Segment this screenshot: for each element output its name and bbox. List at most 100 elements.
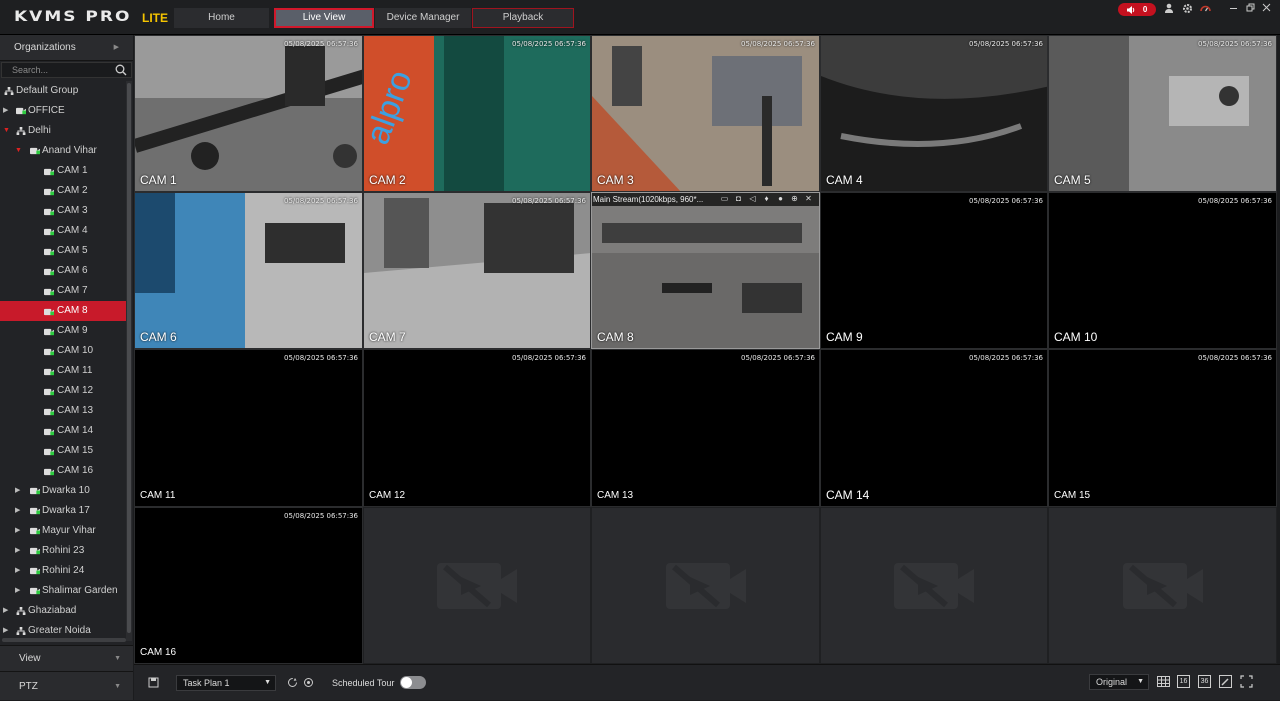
tree-item[interactable]: CAM 10 bbox=[0, 341, 126, 361]
organizations-header[interactable]: Organizations ▶ bbox=[0, 35, 133, 61]
expand-right-icon[interactable]: ▶ bbox=[15, 521, 20, 541]
expand-down-icon[interactable]: ▼ bbox=[3, 121, 10, 141]
tree-item[interactable]: CAM 5 bbox=[0, 241, 126, 261]
close-icon[interactable] bbox=[1260, 3, 1272, 16]
expand-right-icon[interactable]: ▶ bbox=[15, 501, 20, 521]
fullscreen-icon[interactable] bbox=[1240, 675, 1253, 688]
video-tile[interactable]: 05/08/2025 06:57:36 CAM 5 bbox=[1048, 35, 1277, 192]
task-plan-select[interactable]: Task Plan 1 ▼ bbox=[176, 675, 276, 691]
scheduled-tour-toggle[interactable] bbox=[400, 676, 426, 689]
video-tile[interactable]: 05/08/2025 06:57:36 CAM 14 bbox=[820, 349, 1048, 507]
expand-down-icon[interactable]: ▼ bbox=[15, 141, 22, 161]
minimize-icon[interactable] bbox=[1227, 3, 1239, 16]
layout-36-button[interactable]: 36 bbox=[1198, 675, 1211, 688]
empty-video-tile[interactable] bbox=[1048, 507, 1277, 664]
video-tile[interactable]: 05/08/2025 06:57:36 CAM 4 bbox=[820, 35, 1048, 192]
user-icon[interactable] bbox=[1163, 3, 1175, 16]
restore-icon[interactable] bbox=[1244, 3, 1256, 16]
expand-right-icon[interactable]: ▶ bbox=[15, 561, 20, 581]
video-tile[interactable]: 05/08/2025 06:57:36 CAM 15 bbox=[1048, 349, 1277, 507]
tree-item[interactable]: CAM 11 bbox=[0, 361, 126, 381]
ptz-panel-header[interactable]: PTZ ▼ bbox=[0, 671, 133, 700]
view-panel-header[interactable]: View ▼ bbox=[0, 645, 133, 671]
tree-scroll-thumb[interactable] bbox=[127, 83, 131, 633]
expand-right-icon[interactable]: ▶ bbox=[15, 581, 20, 601]
tree-item[interactable]: CAM 8 bbox=[0, 301, 126, 321]
video-tile[interactable]: 05/08/2025 06:57:36 CAM 9 bbox=[820, 192, 1048, 349]
tab-home[interactable]: Home bbox=[174, 8, 269, 28]
close-tile-icon[interactable]: ✕ bbox=[804, 194, 813, 204]
video-tile[interactable]: 05/08/2025 06:57:36 CAM 1 bbox=[134, 35, 363, 192]
tab-live-view[interactable]: Live View bbox=[274, 8, 374, 28]
tree-item[interactable]: Default Group bbox=[0, 81, 126, 101]
tree-item[interactable]: ▶ Dwarka 17 bbox=[0, 501, 126, 521]
empty-video-tile[interactable] bbox=[820, 507, 1048, 664]
tab-device-manager[interactable]: Device Manager bbox=[375, 8, 471, 28]
tree-item[interactable]: ▼ Anand Vihar bbox=[0, 141, 126, 161]
tree-item[interactable]: CAM 9 bbox=[0, 321, 126, 341]
performance-icon[interactable] bbox=[1199, 3, 1211, 16]
tree-item-label: CAM 5 bbox=[57, 245, 88, 256]
stream-mode-select[interactable]: Original ▼ bbox=[1089, 674, 1149, 690]
expand-right-icon[interactable]: ▶ bbox=[3, 601, 8, 621]
tree-item[interactable]: CAM 16 bbox=[0, 461, 126, 481]
tree-item[interactable]: ▶ Shalimar Garden bbox=[0, 581, 126, 601]
tree-item[interactable]: CAM 13 bbox=[0, 401, 126, 421]
tree-item[interactable]: CAM 15 bbox=[0, 441, 126, 461]
video-tile[interactable]: 05/08/2025 06:57:36 CAM 16 bbox=[134, 507, 363, 664]
tree-item[interactable]: ▶ OFFICE bbox=[0, 101, 126, 121]
tree-item[interactable]: CAM 7 bbox=[0, 281, 126, 301]
grid-layout-icon[interactable] bbox=[1157, 675, 1170, 688]
video-tile[interactable]: 05/08/2025 06:57:36 CAM 7 bbox=[363, 192, 591, 349]
video-tile[interactable]: 05/08/2025 06:57:36 CAM 11 bbox=[134, 349, 363, 507]
search-input[interactable] bbox=[2, 63, 112, 77]
tree-item[interactable]: ▶ Mayur Vihar bbox=[0, 521, 126, 541]
snapshot-icon[interactable]: ◘ bbox=[734, 194, 743, 204]
tree-item[interactable]: ▼ Delhi bbox=[0, 121, 126, 141]
alarm-indicator[interactable]: 0 bbox=[1118, 3, 1156, 16]
tree-item[interactable]: CAM 14 bbox=[0, 421, 126, 441]
zoom-icon[interactable]: ⊕ bbox=[790, 194, 799, 204]
tree-item[interactable]: CAM 12 bbox=[0, 381, 126, 401]
video-tile[interactable]: Main Stream(1020kbps, 960*... ▭ ◘ ◁ ♦ ● ⊕ ✕ CAM … bbox=[591, 192, 820, 349]
tour-settings-icon[interactable] bbox=[302, 677, 314, 689]
video-tile[interactable]: 05/08/2025 06:57:36 CAM 3 bbox=[591, 35, 820, 192]
audio-icon[interactable]: ◁ bbox=[748, 194, 757, 204]
tree-item[interactable]: ▶ Dwarka 10 bbox=[0, 481, 126, 501]
video-tile[interactable]: 05/08/2025 06:57:36 CAM 12 bbox=[363, 349, 591, 507]
tree-item[interactable]: ▶ Ghaziabad bbox=[0, 601, 126, 621]
tree-item-label: CAM 3 bbox=[57, 205, 88, 216]
tree-item-label: Default Group bbox=[16, 85, 79, 96]
tree-horizontal-scrollbar[interactable] bbox=[2, 638, 126, 642]
gear-icon[interactable] bbox=[1181, 3, 1193, 16]
empty-video-tile[interactable] bbox=[591, 507, 820, 664]
tree-item[interactable]: CAM 1 bbox=[0, 161, 126, 181]
tree-item-label: Mayur Vihar bbox=[42, 525, 96, 536]
video-tile[interactable]: alpro 05/08/2025 06:57:36 CAM 2 bbox=[363, 35, 591, 192]
tree-item-label: Delhi bbox=[28, 125, 51, 136]
video-tile[interactable]: 05/08/2025 06:57:36 CAM 6 bbox=[134, 192, 363, 349]
tree-item[interactable]: CAM 6 bbox=[0, 261, 126, 281]
layout-16-button[interactable]: 16 bbox=[1177, 675, 1190, 688]
video-tile[interactable]: 05/08/2025 06:57:36 CAM 10 bbox=[1048, 192, 1277, 349]
fullscreen-tile-icon[interactable]: ▭ bbox=[720, 194, 729, 204]
expand-right-icon[interactable]: ▶ bbox=[15, 541, 20, 561]
expand-right-icon[interactable]: ▶ bbox=[15, 481, 20, 501]
organization-icon bbox=[16, 127, 26, 135]
refresh-icon[interactable] bbox=[286, 677, 298, 689]
expand-right-icon[interactable]: ▶ bbox=[3, 101, 8, 121]
tree-item[interactable]: ▶ Rohini 23 bbox=[0, 541, 126, 561]
tree-item[interactable]: CAM 4 bbox=[0, 221, 126, 241]
tree-item[interactable]: CAM 2 bbox=[0, 181, 126, 201]
custom-layout-icon[interactable] bbox=[1219, 675, 1232, 688]
record-icon[interactable]: ● bbox=[776, 194, 785, 204]
save-view-icon[interactable] bbox=[147, 677, 159, 689]
tree-item-label: CAM 10 bbox=[57, 345, 94, 356]
video-tile[interactable]: 05/08/2025 06:57:36 CAM 13 bbox=[591, 349, 820, 507]
tree-item[interactable]: ▶ Rohini 24 bbox=[0, 561, 126, 581]
talk-icon[interactable]: ♦ bbox=[762, 194, 771, 204]
tab-playback[interactable]: Playback bbox=[472, 8, 574, 28]
empty-video-tile[interactable] bbox=[363, 507, 591, 664]
search-icon[interactable] bbox=[115, 64, 127, 76]
tree-item[interactable]: CAM 3 bbox=[0, 201, 126, 221]
